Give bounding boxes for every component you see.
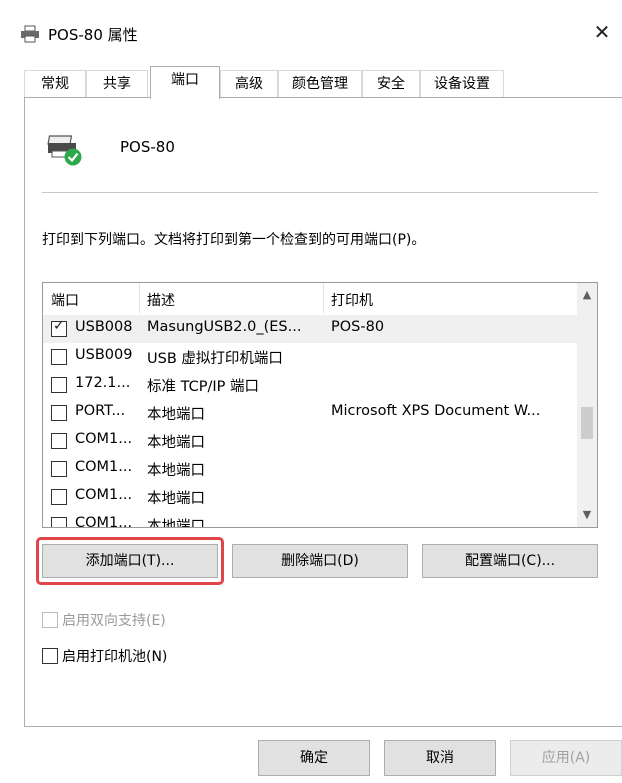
port-name: COM1... bbox=[75, 431, 133, 447]
port-checkbox[interactable] bbox=[51, 517, 67, 527]
port-description: 本地端口 bbox=[147, 519, 205, 528]
port-name: USB009 bbox=[75, 347, 133, 363]
port-name: COM1... bbox=[75, 459, 133, 475]
configure-port-button[interactable]: 配置端口(C)... bbox=[422, 544, 598, 578]
divider bbox=[42, 192, 598, 193]
printer-name: POS-80 bbox=[120, 138, 175, 156]
printer-icon bbox=[21, 25, 39, 43]
port-printer: Microsoft XPS Document W... bbox=[331, 403, 541, 419]
close-button[interactable]: ✕ bbox=[582, 14, 622, 50]
port-description: 本地端口 bbox=[147, 491, 205, 507]
port-description: 标准 TCP/IP 端口 bbox=[147, 379, 259, 395]
list-item[interactable]: USB009 USB 虚拟打印机端口 bbox=[43, 343, 577, 371]
tab-device-settings[interactable]: 设备设置 bbox=[420, 70, 504, 98]
port-checkbox[interactable] bbox=[51, 461, 67, 477]
highlight-box bbox=[36, 537, 224, 585]
column-header-printer[interactable]: 打印机 bbox=[331, 290, 373, 310]
port-description: USB 虚拟打印机端口 bbox=[147, 351, 283, 367]
port-checkbox[interactable] bbox=[51, 489, 67, 505]
port-checkbox[interactable] bbox=[51, 377, 67, 393]
tab-strip: 常规 共享 端口 高级 颜色管理 安全 设备设置 bbox=[24, 66, 602, 99]
port-checkbox[interactable] bbox=[51, 349, 67, 365]
scroll-up-icon[interactable]: ▲ bbox=[577, 285, 597, 305]
port-name: 172.1... bbox=[75, 375, 131, 391]
window-title: POS-80 属性 bbox=[48, 26, 138, 44]
list-item[interactable]: COM1... 本地端口 bbox=[43, 427, 577, 455]
column-header-description[interactable]: 描述 bbox=[147, 290, 175, 310]
list-item[interactable]: COM1... 本地端口 bbox=[43, 483, 577, 511]
ports-listview[interactable]: 端口 描述 打印机 ✓ USB008 MasungUSB2.0_(ES... P… bbox=[42, 282, 598, 528]
port-name: COM1... bbox=[75, 515, 133, 528]
tab-color-management[interactable]: 颜色管理 bbox=[278, 70, 362, 98]
checkbox-box[interactable] bbox=[42, 612, 58, 628]
vertical-scrollbar[interactable]: ▲ ▼ bbox=[577, 283, 597, 527]
port-description: MasungUSB2.0_(ES... bbox=[147, 319, 302, 335]
tab-security[interactable]: 安全 bbox=[362, 70, 420, 98]
port-name: COM1... bbox=[75, 487, 133, 503]
list-item[interactable]: 172.1... 标准 TCP/IP 端口 bbox=[43, 371, 577, 399]
list-item[interactable]: COM1... 本地端口 bbox=[43, 511, 577, 528]
checkbox-box[interactable] bbox=[42, 648, 58, 664]
tab-general[interactable]: 常规 bbox=[24, 70, 86, 98]
cancel-button[interactable]: 取消 bbox=[384, 740, 496, 776]
printer-pooling-label: 启用打印机池(N) bbox=[62, 649, 168, 665]
scroll-down-icon[interactable]: ▼ bbox=[577, 505, 597, 525]
apply-button[interactable]: 应用(A) bbox=[510, 740, 622, 776]
port-description: 本地端口 bbox=[147, 463, 205, 479]
column-separator[interactable] bbox=[139, 283, 140, 313]
list-item[interactable]: PORT... 本地端口 Microsoft XPS Document W... bbox=[43, 399, 577, 427]
checkmark-icon: ✓ bbox=[53, 318, 65, 334]
tab-advanced[interactable]: 高级 bbox=[220, 70, 278, 98]
tab-sharing[interactable]: 共享 bbox=[86, 70, 148, 98]
column-header-port[interactable]: 端口 bbox=[51, 290, 79, 310]
port-printer: POS-80 bbox=[331, 319, 385, 335]
list-item[interactable]: COM1... 本地端口 bbox=[43, 455, 577, 483]
port-checkbox[interactable]: ✓ bbox=[51, 318, 67, 337]
list-header: 端口 描述 打印机 bbox=[43, 283, 577, 315]
ok-button[interactable]: 确定 bbox=[258, 740, 370, 776]
port-description: 本地端口 bbox=[147, 407, 205, 423]
instruction-text: 打印到下列端口。文档将打印到第一个检查到的可用端口(P)。 bbox=[42, 232, 426, 248]
port-description: 本地端口 bbox=[147, 435, 205, 451]
scroll-thumb[interactable] bbox=[581, 407, 593, 439]
port-checkbox[interactable] bbox=[51, 433, 67, 449]
delete-port-button[interactable]: 删除端口(D) bbox=[232, 544, 408, 578]
title-bar: POS-80 属性 ✕ bbox=[0, 0, 622, 52]
bidirectional-support-label: 启用双向支持(E) bbox=[62, 613, 166, 629]
column-separator[interactable] bbox=[323, 283, 324, 313]
port-checkbox[interactable] bbox=[51, 405, 67, 421]
list-item[interactable]: ✓ USB008 MasungUSB2.0_(ES... POS-80 bbox=[43, 315, 577, 343]
port-name: USB008 bbox=[75, 319, 133, 335]
tab-ports[interactable]: 端口 bbox=[150, 66, 220, 99]
printer-default-icon bbox=[47, 135, 82, 166]
port-name: PORT... bbox=[75, 403, 126, 419]
